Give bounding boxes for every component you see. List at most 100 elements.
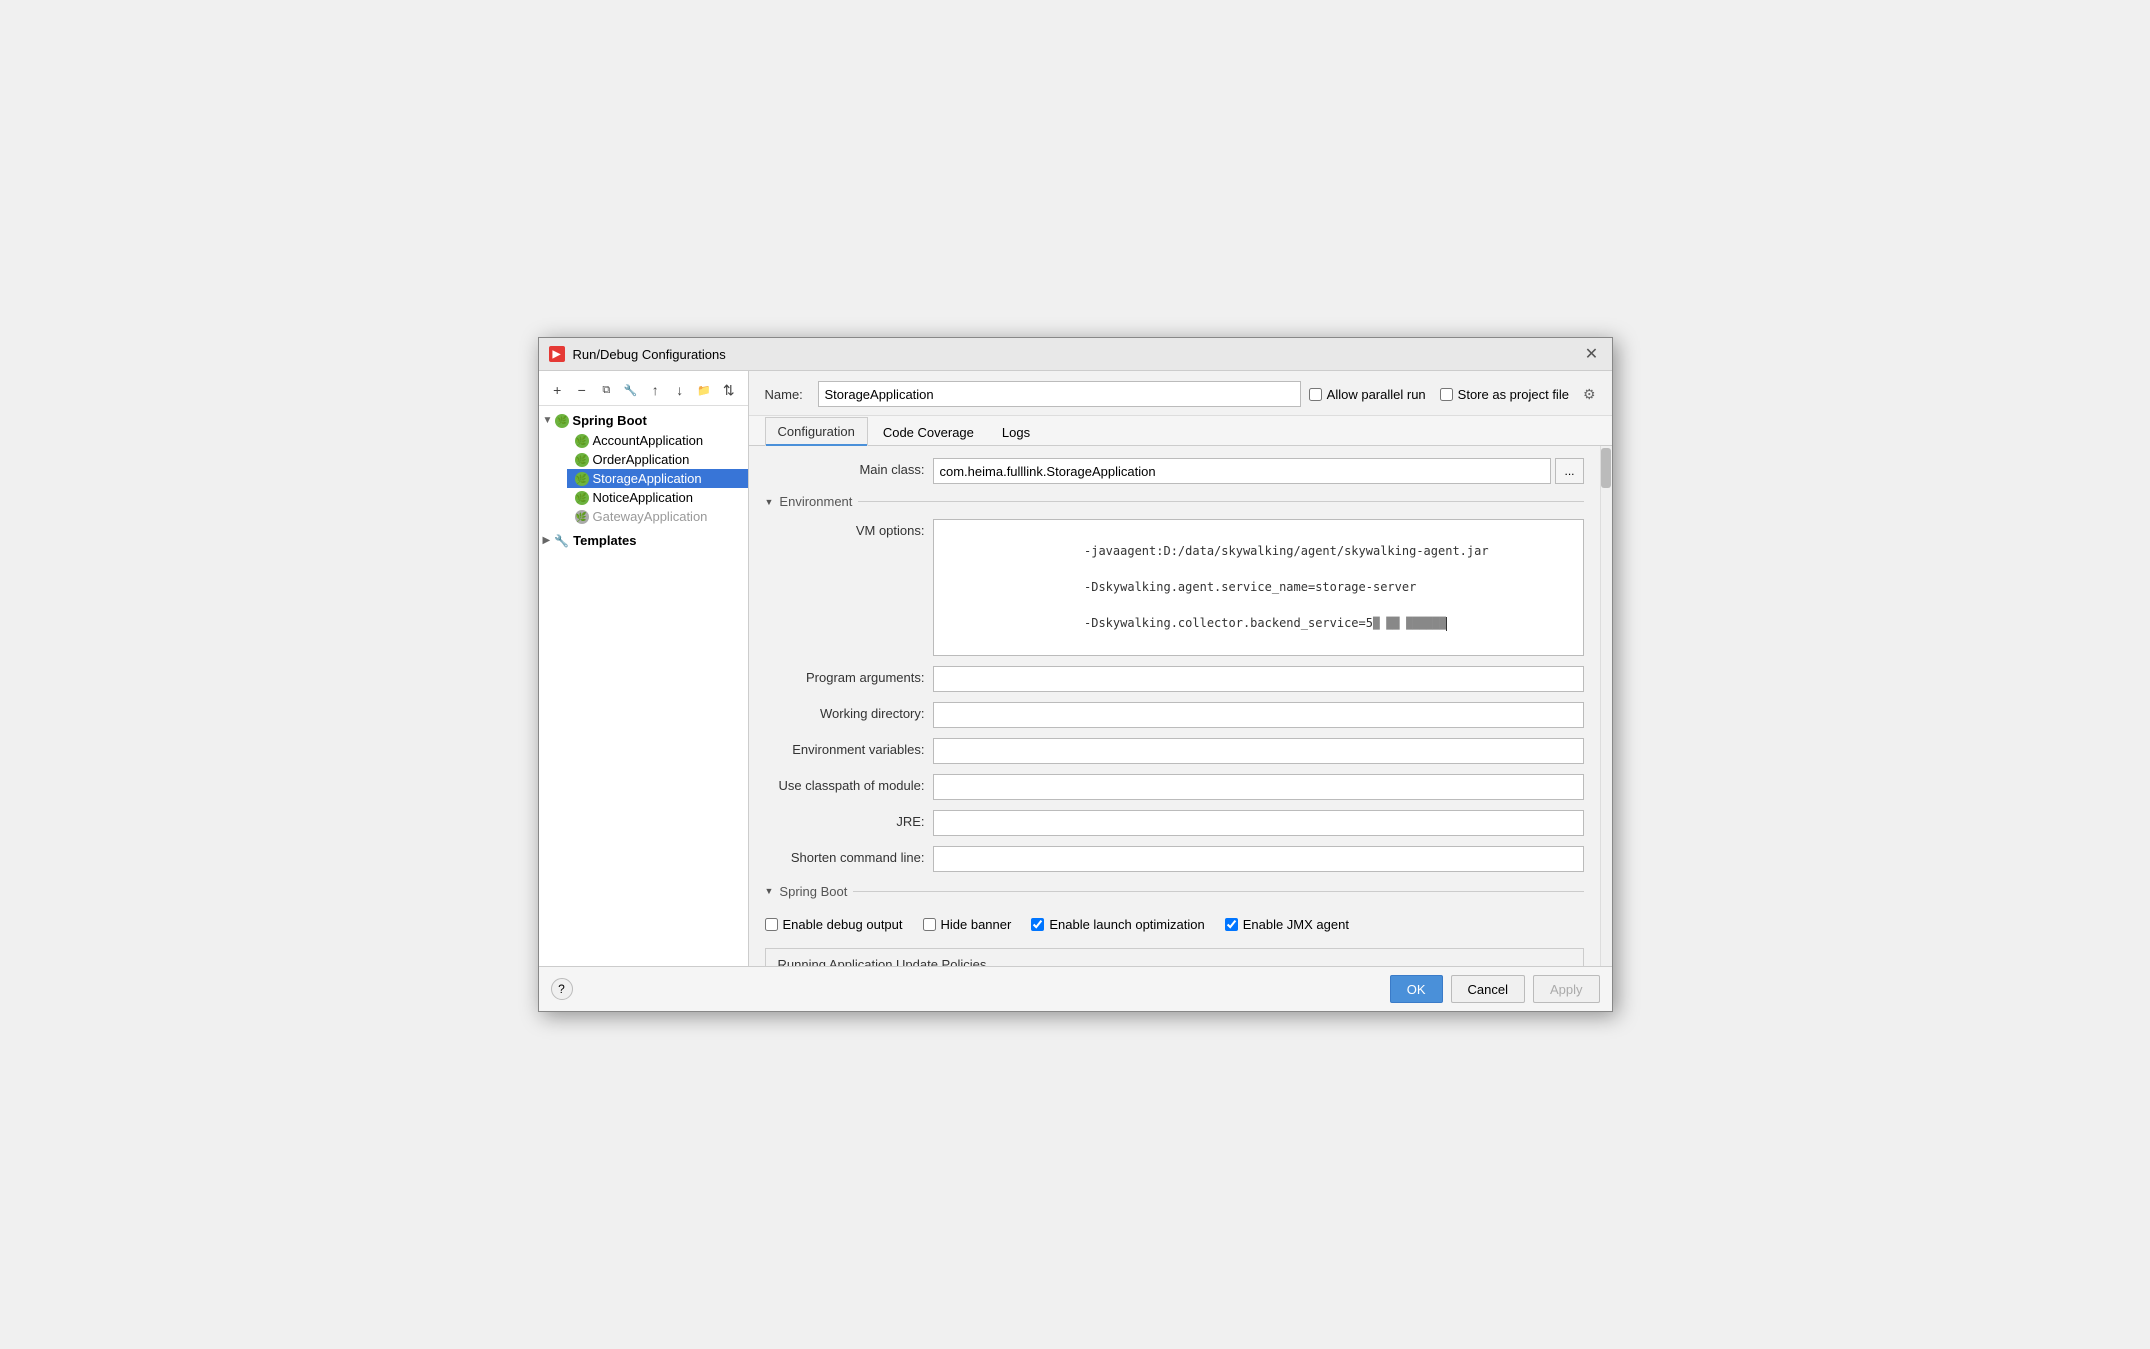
move-down-button[interactable]: ↓ [669, 379, 691, 401]
tabs-row: Configuration Code Coverage Logs [749, 416, 1612, 446]
section-divider [858, 501, 1583, 502]
enable-launch-label[interactable]: Enable launch optimization [1031, 917, 1204, 932]
settings-gear-icon[interactable]: ⚙ [1583, 386, 1596, 403]
classpath-input[interactable] [933, 774, 1584, 800]
main-class-input[interactable] [933, 458, 1552, 484]
folder-button[interactable]: 📁 [694, 379, 716, 401]
child-items: 🌿 AccountApplication 🌿 OrderApplication … [539, 431, 748, 526]
cancel-button[interactable]: Cancel [1451, 975, 1525, 1003]
classpath-field [933, 774, 1584, 800]
spring-boot-divider [853, 891, 1583, 892]
allow-parallel-label[interactable]: Allow parallel run [1309, 387, 1426, 402]
tab-configuration[interactable]: Configuration [765, 417, 868, 446]
help-button[interactable]: ? [551, 978, 573, 1000]
allow-parallel-checkbox[interactable] [1309, 388, 1322, 401]
jre-input[interactable] [933, 810, 1584, 836]
enable-launch-checkbox[interactable] [1031, 918, 1044, 931]
store-project-checkbox[interactable] [1440, 388, 1453, 401]
config-scroll-wrapper: Main class: ... Environment [749, 446, 1612, 966]
main-content: + − ⧉ 🔧 ↑ ↓ 📁 ⇅ ▼ 🌿 Spring Boot 🌿 [539, 371, 1612, 966]
move-up-button[interactable]: ↑ [645, 379, 667, 401]
spring-boot-section: Spring Boot Enable debug output [765, 884, 1584, 967]
program-args-label: Program arguments: [765, 666, 925, 685]
jre-label: JRE: [765, 810, 925, 829]
toolbar-row: + − ⧉ 🔧 ↑ ↓ 📁 ⇅ [539, 375, 748, 406]
close-button[interactable]: ✕ [1582, 344, 1602, 364]
bottom-bar: ? OK Cancel Apply [539, 966, 1612, 1011]
notice-label: NoticeApplication [593, 490, 693, 505]
sort-button[interactable]: ⇅ [718, 379, 740, 401]
main-class-browse-button[interactable]: ... [1555, 458, 1583, 484]
apply-button[interactable]: Apply [1533, 975, 1600, 1003]
config-body: Main class: ... Environment [749, 446, 1600, 966]
bottom-left: ? [551, 978, 573, 1000]
remove-button[interactable]: − [571, 379, 593, 401]
templates-item[interactable]: ▶ 🔧 Templates [539, 530, 748, 551]
tree-section: ▼ 🌿 Spring Boot 🌿 AccountApplication 🌿 O… [539, 406, 748, 555]
account-application-item[interactable]: 🌿 AccountApplication [567, 431, 748, 450]
copy-button[interactable]: ⧉ [596, 379, 618, 401]
right-scrollbar[interactable] [1600, 446, 1612, 966]
right-options: Allow parallel run Store as project file… [1309, 386, 1596, 403]
main-class-label: Main class: [765, 458, 925, 477]
classpath-label: Use classpath of module: [765, 774, 925, 793]
hide-banner-checkbox[interactable] [923, 918, 936, 931]
enable-jmx-label[interactable]: Enable JMX agent [1225, 917, 1349, 932]
notice-application-item[interactable]: 🌿 NoticeApplication [567, 488, 748, 507]
right-panel: Name: Allow parallel run Store as projec… [749, 371, 1612, 966]
vm-options-field: -javaagent:D:/data/skywalking/agent/skyw… [933, 519, 1584, 656]
vm-options-area[interactable]: -javaagent:D:/data/skywalking/agent/skyw… [933, 519, 1584, 656]
storage-icon: 🌿 [575, 472, 589, 486]
order-label: OrderApplication [593, 452, 690, 467]
bottom-right: OK Cancel Apply [1390, 975, 1600, 1003]
name-input[interactable] [818, 381, 1301, 407]
storage-application-item[interactable]: 🌿 StorageApplication [567, 469, 748, 488]
main-class-field: ... [933, 458, 1584, 484]
jre-field [933, 810, 1584, 836]
working-dir-field [933, 702, 1584, 728]
vm-options-label: VM options: [765, 519, 925, 538]
run-debug-dialog: ▶ Run/Debug Configurations ✕ + − ⧉ 🔧 ↑ ↓… [538, 337, 1613, 1012]
spring-boot-group[interactable]: ▼ 🌿 Spring Boot [539, 410, 748, 431]
tab-code-coverage[interactable]: Code Coverage [870, 418, 987, 446]
name-row: Name: Allow parallel run Store as projec… [749, 371, 1612, 416]
debug-output-label[interactable]: Enable debug output [765, 917, 903, 932]
gateway-application-item[interactable]: 🌿 GatewayApplication [567, 507, 748, 526]
environment-header: Environment [765, 494, 1584, 509]
templates-expand: ▶ [543, 535, 551, 546]
working-dir-row: Working directory: [765, 702, 1584, 728]
main-class-row: Main class: ... [765, 458, 1584, 484]
env-vars-row: Environment variables: [765, 738, 1584, 764]
program-args-row: Program arguments: [765, 666, 1584, 692]
enable-jmx-checkbox[interactable] [1225, 918, 1238, 931]
update-policies-section: Running Application Update Policies On '… [765, 948, 1584, 967]
working-dir-label: Working directory: [765, 702, 925, 721]
spring-boot-icon: 🌿 [555, 414, 569, 428]
gateway-icon: 🌿 [575, 510, 589, 524]
title-bar-left: ▶ Run/Debug Configurations [549, 346, 726, 362]
store-project-label[interactable]: Store as project file [1440, 387, 1569, 402]
cursor [1446, 617, 1447, 631]
spring-boot-header: Spring Boot [765, 884, 1584, 899]
env-vars-label: Environment variables: [765, 738, 925, 757]
env-vars-input[interactable] [933, 738, 1584, 764]
ok-button[interactable]: OK [1390, 975, 1443, 1003]
account-label: AccountApplication [593, 433, 704, 448]
tab-logs[interactable]: Logs [989, 418, 1043, 446]
scrollbar-thumb [1601, 448, 1611, 488]
hide-banner-label[interactable]: Hide banner [923, 917, 1012, 932]
jre-row: JRE: [765, 810, 1584, 836]
update-policies-title: Running Application Update Policies [778, 957, 1571, 967]
working-dir-input[interactable] [933, 702, 1584, 728]
program-args-input[interactable] [933, 666, 1584, 692]
debug-output-checkbox[interactable] [765, 918, 778, 931]
order-application-item[interactable]: 🌿 OrderApplication [567, 450, 748, 469]
program-args-field [933, 666, 1584, 692]
add-button[interactable]: + [547, 379, 569, 401]
wrench-button[interactable]: 🔧 [620, 379, 642, 401]
shorten-cmd-input[interactable] [933, 846, 1584, 872]
account-icon: 🌿 [575, 434, 589, 448]
expand-arrow: ▼ [543, 415, 553, 426]
order-icon: 🌿 [575, 453, 589, 467]
env-vars-field [933, 738, 1584, 764]
